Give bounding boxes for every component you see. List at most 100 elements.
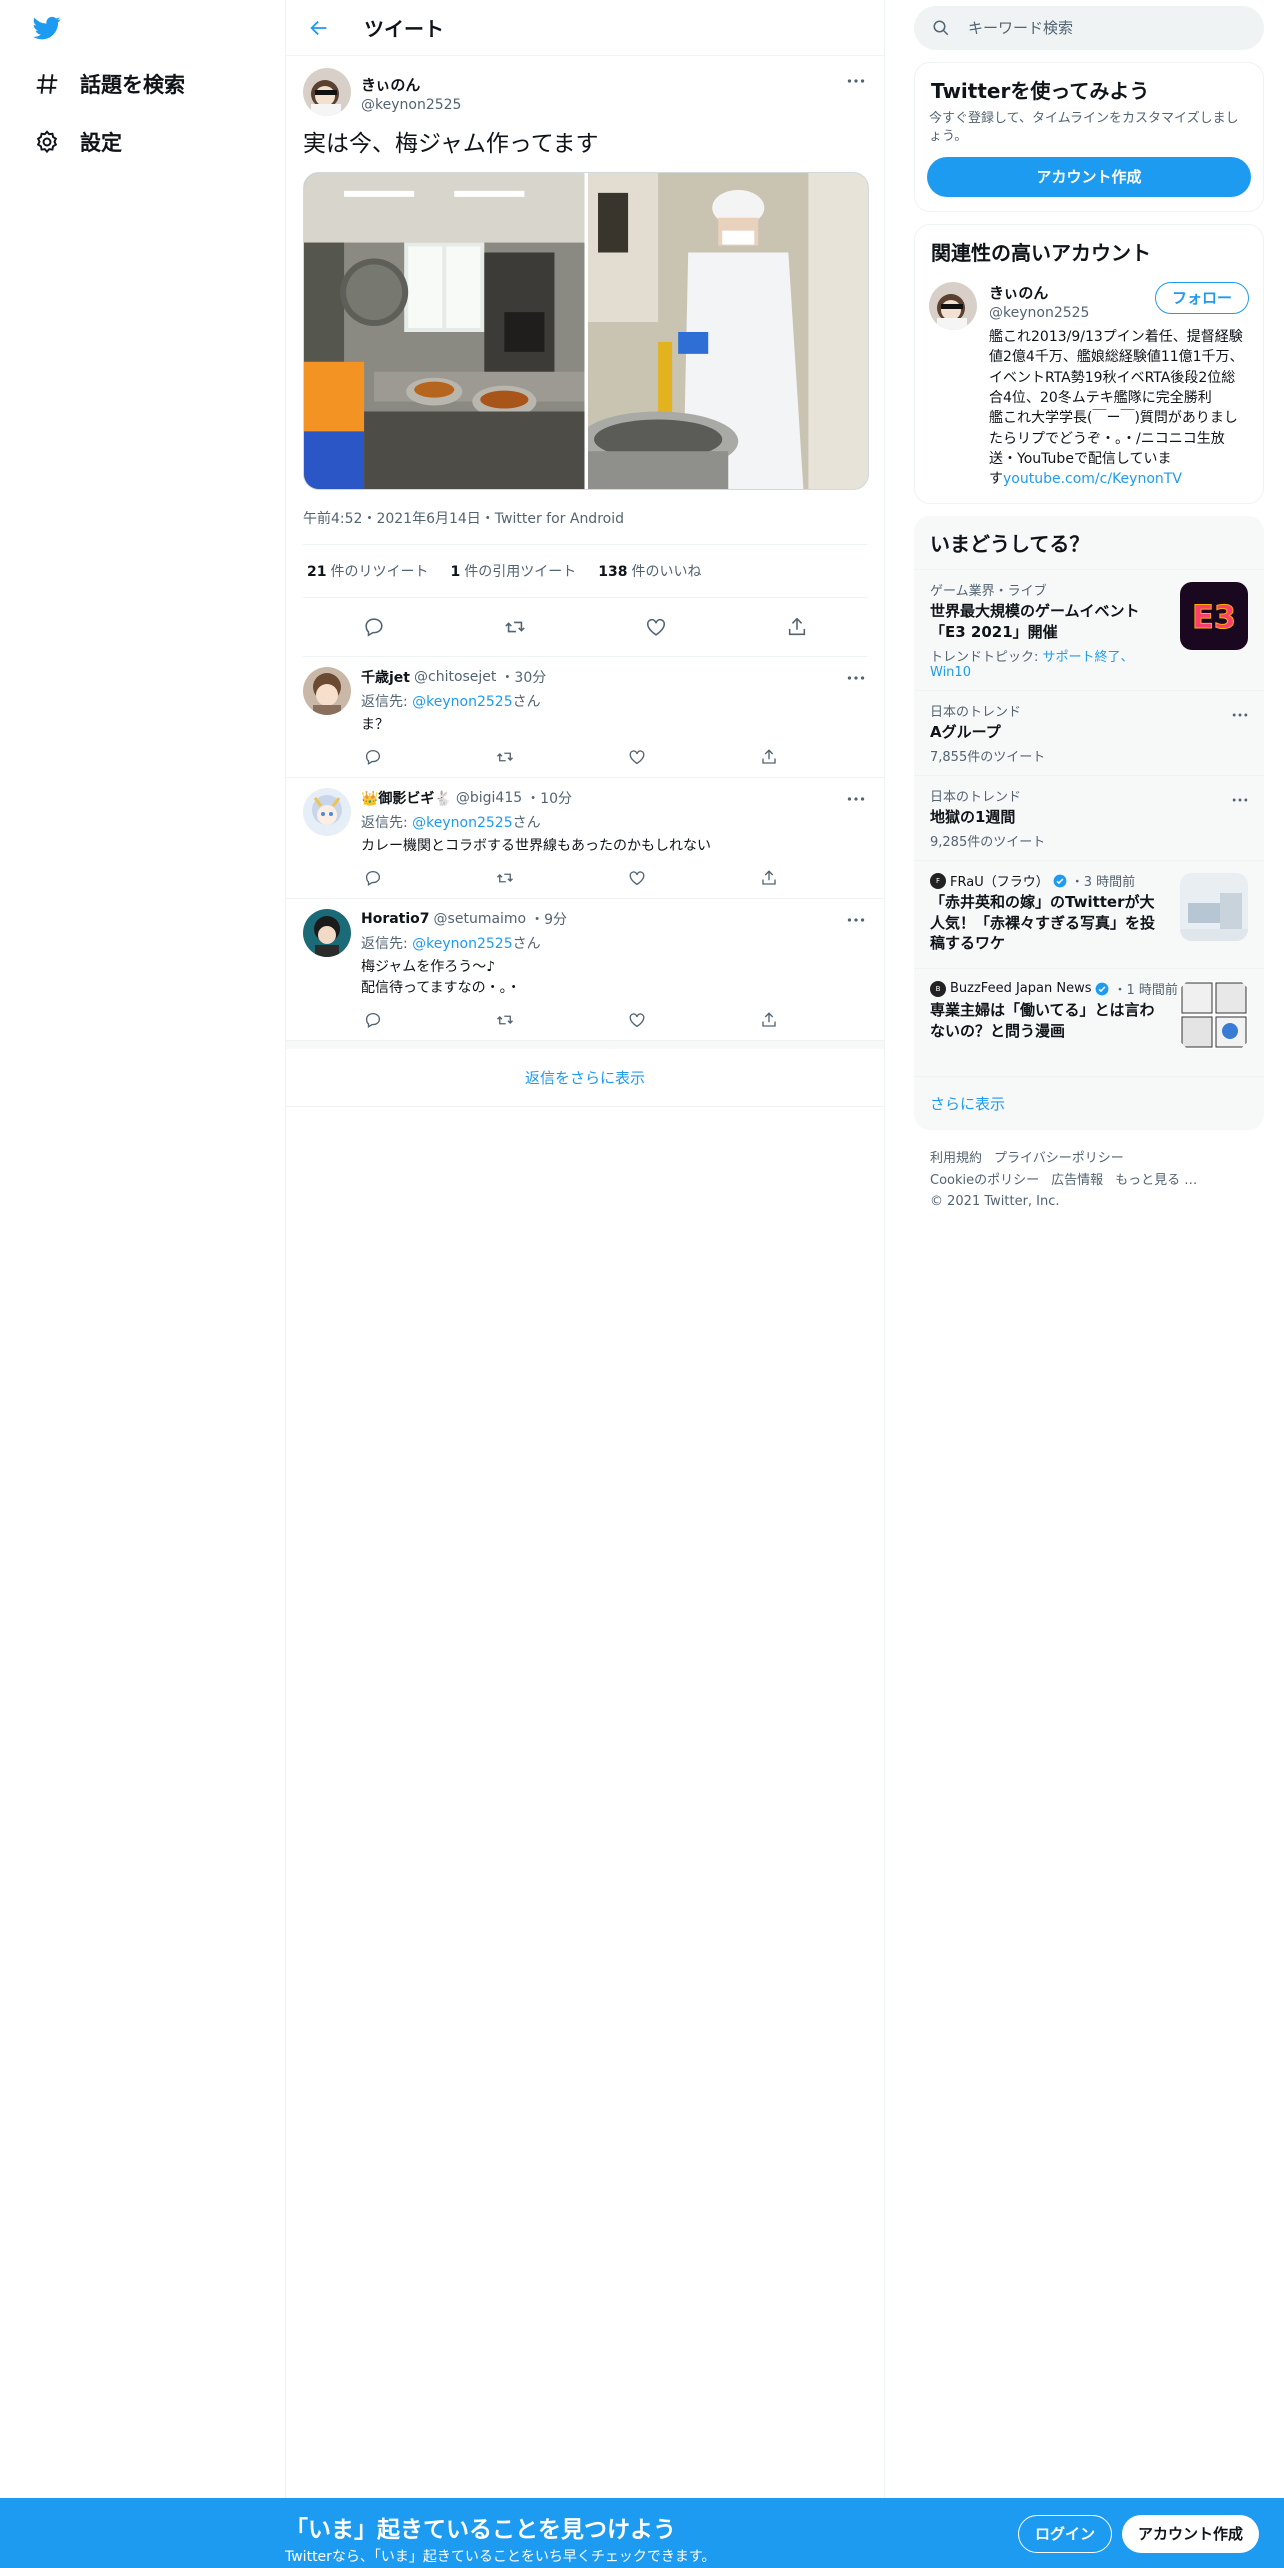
share-icon[interactable] <box>757 866 781 890</box>
reply-to-link[interactable]: @keynon2525 <box>412 936 512 952</box>
main-column: ツイート きぃのん @keynon2525 実は今、梅ジャム作ってます 午前4:… <box>285 0 885 2500</box>
show-more-trends-link[interactable]: さらに表示 <box>914 1076 1264 1130</box>
reply-to-link[interactable]: @keynon2525 <box>412 815 512 831</box>
reply-tweet[interactable]: 千歳jet @chitosejet ・30分 返信先: @keynon2525さ… <box>286 657 884 779</box>
reply-icon[interactable] <box>361 866 385 890</box>
reply-time[interactable]: ・10分 <box>526 788 572 808</box>
avatar[interactable] <box>303 909 351 958</box>
like-button[interactable] <box>639 610 673 644</box>
trend-context: 日本のトレンド <box>930 704 1022 720</box>
tweet-author-name[interactable]: きぃのん <box>361 74 461 95</box>
nav-settings[interactable]: 設定 <box>34 120 122 164</box>
related-account[interactable]: きぃのん @keynon2525 艦これ2013/9/13プイン着任、提督経験値… <box>915 278 1263 503</box>
retweets-stat[interactable]: 21 件のリツイート <box>307 561 428 581</box>
reply-tweet[interactable]: Horatio7 @setumaimo ・9分 返信先: @keynon2525… <box>286 899 884 1042</box>
retweets-count: 21 <box>307 563 327 580</box>
heart-icon[interactable] <box>625 866 649 890</box>
retweet-icon <box>504 616 526 638</box>
login-button[interactable]: ログイン <box>1018 2515 1113 2553</box>
trend-more-button[interactable] <box>1232 703 1248 722</box>
tweet-timestamp[interactable]: 午前4:52・2021年6月14日・Twitter for Android <box>303 508 867 545</box>
show-more-replies-button[interactable]: 返信をさらに表示 <box>286 1041 884 1108</box>
quotes-label: 件の引用ツイート <box>464 563 577 580</box>
bio-link[interactable]: youtube.com/c/KeynonTV <box>1003 471 1182 487</box>
tweet-header: きぃのん @keynon2525 <box>303 68 867 116</box>
reply-author-name[interactable]: Horatio7 <box>361 911 430 927</box>
related-title: 関連性の高いアカウント <box>931 241 1151 266</box>
ellipsis-icon <box>1232 788 1248 807</box>
avatar[interactable] <box>303 68 351 116</box>
trend-item[interactable]: 日本のトレンド Aグループ 7,855件のツイート <box>914 689 1264 775</box>
news-thumbnail <box>1180 981 1248 1050</box>
ellipsis-icon <box>847 796 865 802</box>
search-input[interactable] <box>968 19 1228 37</box>
reply-to-suffix: さん <box>512 815 541 832</box>
footer-link-privacy[interactable]: プライバシーポリシー <box>994 1151 1124 1166</box>
retweet-icon[interactable] <box>493 745 517 769</box>
heart-icon[interactable] <box>625 745 649 769</box>
reply-tweet[interactable]: 👑御影ビギ🐇 @bigi415 ・10分 返信先: @keynon2525さん … <box>286 778 884 900</box>
more-options-button[interactable] <box>845 792 867 806</box>
footer-link-ads[interactable]: 広告情報 <box>1051 1173 1103 1188</box>
share-icon[interactable] <box>757 1008 781 1032</box>
quotes-stat[interactable]: 1 件の引用ツイート <box>450 561 576 581</box>
likes-count: 138 <box>598 563 628 580</box>
footer-link-more[interactable]: もっと見る … <box>1115 1173 1197 1188</box>
reply-author-handle[interactable]: @setumaimo <box>434 911 527 927</box>
news-item[interactable]: B BuzzFeed Japan News ・1 時間前 専業主婦は「働いてる」… <box>914 968 1264 1076</box>
reply-icon[interactable] <box>361 1008 385 1032</box>
heart-icon[interactable] <box>625 1008 649 1032</box>
reply-author-name[interactable]: 千歳jet <box>361 667 410 687</box>
avatar[interactable] <box>303 788 351 837</box>
more-options-button[interactable] <box>845 913 867 927</box>
avatar[interactable] <box>929 282 977 331</box>
reply-to-prefix: 返信先: <box>361 815 413 832</box>
retweet-button[interactable] <box>498 610 532 644</box>
more-options-button[interactable] <box>845 671 867 685</box>
reply-button[interactable] <box>357 610 391 644</box>
back-button[interactable] <box>302 11 336 45</box>
search-icon <box>932 19 950 37</box>
follow-button[interactable]: フォロー <box>1154 282 1249 315</box>
source-name: BuzzFeed Japan News <box>950 981 1092 997</box>
trend-more-button[interactable] <box>1232 788 1248 807</box>
trend-item[interactable]: 日本のトレンド 地獄の1週間 9,285件のツイート <box>914 775 1264 860</box>
likes-stat[interactable]: 138 件のいいね <box>598 561 701 581</box>
reply-time[interactable]: ・9分 <box>530 909 567 929</box>
twitter-bird-icon[interactable] <box>30 14 64 42</box>
right-sidebar: Twitterを使ってみよう 今すぐ登録して、タイムラインをカスタマイズしましょ… <box>914 0 1264 1231</box>
trend-topics-prefix: トレンドトピック: <box>930 649 1043 665</box>
ellipsis-icon <box>1232 703 1248 722</box>
main-tweet: きぃのん @keynon2525 実は今、梅ジャム作ってます 午前4:52・20… <box>286 56 884 657</box>
reply-author-handle[interactable]: @bigi415 <box>456 790 522 806</box>
reply-author-handle[interactable]: @chitosejet <box>414 669 496 685</box>
reply-to-prefix: 返信先: <box>361 936 413 953</box>
trends-card: いまどうしてる？ ゲーム業界・ライブ 世界最大規模のゲームイベント「E3 202… <box>914 516 1264 1131</box>
retweet-icon[interactable] <box>493 1008 517 1032</box>
verified-badge-icon <box>1095 982 1109 996</box>
avatar[interactable] <box>303 666 351 715</box>
reply-time[interactable]: ・30分 <box>500 667 546 687</box>
reply-to-link[interactable]: @keynon2525 <box>412 694 512 710</box>
tweet-actions <box>303 598 867 657</box>
search-box[interactable] <box>914 6 1264 50</box>
share-icon[interactable] <box>757 745 781 769</box>
more-options-button[interactable] <box>845 74 867 88</box>
share-button[interactable] <box>780 610 814 644</box>
news-item[interactable]: F FRaU（フラウ） ・3 時間前 「赤井英和の嫁」のTwitterが大人気！… <box>914 860 1264 968</box>
kitchen-photo[interactable] <box>304 172 585 489</box>
trend-item[interactable]: ゲーム業界・ライブ 世界最大規模のゲームイベント「E3 2021」開催 トレンド… <box>914 569 1264 690</box>
footer-link-cookies[interactable]: Cookieのポリシー <box>930 1173 1039 1188</box>
tweet-author-handle[interactable]: @keynon2525 <box>361 97 461 113</box>
trend-count: 7,855件のツイート <box>930 750 1046 766</box>
signup-button[interactable]: アカウント作成 <box>1122 2515 1260 2553</box>
cooking-photo[interactable] <box>587 172 868 489</box>
reply-to: 返信先: @keynon2525さん <box>361 691 867 711</box>
retweet-icon[interactable] <box>493 866 517 890</box>
footer-link-terms[interactable]: 利用規約 <box>930 1151 982 1166</box>
reply-icon[interactable] <box>361 745 385 769</box>
reply-to-suffix: さん <box>512 693 541 710</box>
create-account-button[interactable]: アカウント作成 <box>927 157 1251 198</box>
reply-author-name[interactable]: 👑御影ビギ🐇 <box>361 788 452 808</box>
nav-explore[interactable]: 話題を検索 <box>34 62 185 106</box>
